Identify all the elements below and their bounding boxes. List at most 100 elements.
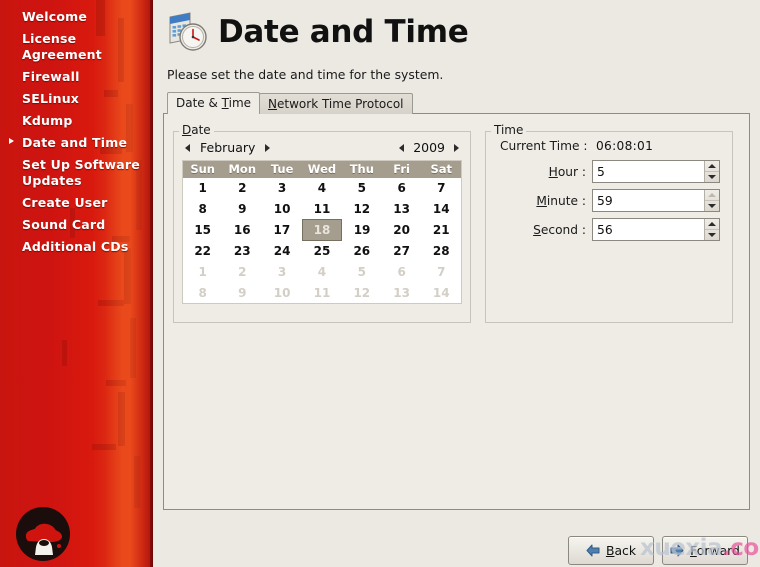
calendar-week-row: 1234567: [183, 178, 462, 199]
second-spin-buttons[interactable]: [704, 219, 719, 240]
weekday-header: Wed: [302, 161, 342, 178]
time-group-label: Time: [491, 123, 526, 137]
calendar-day[interactable]: 25: [302, 241, 342, 262]
date-and-time-icon: [165, 10, 209, 54]
calendar-day[interactable]: 26: [342, 241, 382, 262]
tab-strip: Date & Time Network Time Protocol: [163, 93, 750, 114]
calendar-navigation: February 2009: [182, 138, 462, 160]
calendar-day[interactable]: 9: [222, 283, 262, 304]
calendar-day[interactable]: 14: [422, 199, 462, 220]
calendar-day[interactable]: 17: [262, 220, 302, 241]
arrow-left-icon: [586, 544, 600, 557]
calendar-day[interactable]: 22: [183, 241, 223, 262]
calendar-day[interactable]: 15: [183, 220, 223, 241]
next-year-icon[interactable]: [454, 144, 459, 152]
calendar-day[interactable]: 2: [222, 262, 262, 283]
sidebar-item-selinux[interactable]: SELinux: [0, 88, 153, 110]
prev-year-icon[interactable]: [399, 144, 404, 152]
calendar-day[interactable]: 6: [382, 178, 422, 199]
sidebar-item-label: Set Up Software Updates: [22, 157, 140, 188]
calendar-day[interactable]: 27: [382, 241, 422, 262]
calendar-day[interactable]: 4: [302, 178, 342, 199]
chevron-up-icon: [708, 222, 716, 226]
sidebar-item-create-user[interactable]: Create User: [0, 192, 153, 214]
sidebar-item-additional-cds[interactable]: Additional CDs: [0, 236, 153, 258]
tab-date-and-time[interactable]: Date & Time: [167, 92, 260, 114]
calendar-day[interactable]: 5: [342, 262, 382, 283]
calendar-day[interactable]: 1: [183, 178, 223, 199]
calendar-day[interactable]: 8: [183, 199, 223, 220]
calendar-day[interactable]: 20: [382, 220, 422, 241]
calendar-day[interactable]: 28: [422, 241, 462, 262]
hour-increment-button[interactable]: [705, 161, 719, 172]
calendar-day[interactable]: 1: [183, 262, 223, 283]
forward-button[interactable]: Forward: [662, 536, 748, 565]
sidebar-item-kdump[interactable]: Kdump: [0, 110, 153, 132]
calendar-day[interactable]: 11: [302, 283, 342, 304]
calendar-day[interactable]: 10: [262, 199, 302, 220]
sidebar-item-sound-card[interactable]: Sound Card: [0, 214, 153, 236]
calendar-day[interactable]: 10: [262, 283, 302, 304]
second-spinner[interactable]: [592, 218, 720, 241]
hour-spinner[interactable]: [592, 160, 720, 183]
calendar-day[interactable]: 7: [422, 178, 462, 199]
calendar-grid[interactable]: Sun Mon Tue Wed Thu Fri Sat 123456789101…: [182, 160, 462, 304]
prev-month-icon[interactable]: [185, 144, 190, 152]
calendar-week-row: 891011121314: [183, 199, 462, 220]
minute-input[interactable]: [593, 190, 704, 211]
weekday-header: Fri: [382, 161, 422, 178]
calendar-day-selected[interactable]: 18: [302, 220, 342, 241]
calendar-day[interactable]: 6: [382, 262, 422, 283]
calendar-day[interactable]: 8: [183, 283, 223, 304]
chevron-up-icon: [708, 193, 716, 197]
calendar-day[interactable]: 21: [422, 220, 462, 241]
calendar-day[interactable]: 7: [422, 262, 462, 283]
minute-increment-button[interactable]: [705, 190, 719, 201]
hour-spin-buttons[interactable]: [704, 161, 719, 182]
tab-network-time-protocol[interactable]: Network Time Protocol: [259, 93, 412, 114]
back-button[interactable]: Back: [568, 536, 654, 565]
page-header: Date and Time: [163, 6, 750, 58]
chevron-up-icon: [708, 164, 716, 168]
date-group-label: Date: [179, 123, 214, 137]
sidebar-item-set-up-software-updates[interactable]: Set Up Software Updates: [0, 154, 153, 192]
sidebar-item-firewall[interactable]: Firewall: [0, 66, 153, 88]
calendar-day[interactable]: 13: [382, 283, 422, 304]
calendar-day[interactable]: 5: [342, 178, 382, 199]
minute-spinner[interactable]: [592, 189, 720, 212]
sidebar-item-welcome[interactable]: Welcome: [0, 6, 153, 28]
weekday-header: Mon: [222, 161, 262, 178]
next-month-icon[interactable]: [265, 144, 270, 152]
hour-input[interactable]: [593, 161, 704, 182]
calendar-day[interactable]: 4: [302, 262, 342, 283]
sidebar-item-label: Additional CDs: [22, 239, 128, 254]
second-increment-button[interactable]: [705, 219, 719, 230]
minute-spin-buttons[interactable]: [704, 190, 719, 211]
calendar-day[interactable]: 16: [222, 220, 262, 241]
minute-decrement-button[interactable]: [705, 201, 719, 212]
calendar-day[interactable]: 12: [342, 199, 382, 220]
sidebar-item-label: Kdump: [22, 113, 73, 128]
calendar-day[interactable]: 14: [422, 283, 462, 304]
sidebar-item-license-agreement[interactable]: License Agreement: [0, 28, 153, 66]
calendar-week-row: 22232425262728: [183, 241, 462, 262]
hour-decrement-button[interactable]: [705, 172, 719, 183]
calendar-day[interactable]: 3: [262, 262, 302, 283]
redhat-shadowman-logo: [14, 505, 72, 563]
calendar-day[interactable]: 11: [302, 199, 342, 220]
time-group: Time Current Time : 06:08:01 Hour :: [485, 131, 733, 323]
weekday-header: Thu: [342, 161, 382, 178]
sidebar-item-date-and-time[interactable]: Date and Time: [0, 132, 153, 154]
calendar-day[interactable]: 13: [382, 199, 422, 220]
date-group: Date February 2009 Sun: [173, 131, 471, 323]
calendar-day[interactable]: 3: [262, 178, 302, 199]
calendar-day[interactable]: 2: [222, 178, 262, 199]
calendar-day[interactable]: 9: [222, 199, 262, 220]
calendar-day[interactable]: 23: [222, 241, 262, 262]
second-input[interactable]: [593, 219, 704, 240]
calendar-day[interactable]: 24: [262, 241, 302, 262]
tab-panel-date-and-time: Date February 2009 Sun: [163, 113, 750, 510]
second-decrement-button[interactable]: [705, 230, 719, 241]
calendar-day[interactable]: 19: [342, 220, 382, 241]
calendar-day[interactable]: 12: [342, 283, 382, 304]
